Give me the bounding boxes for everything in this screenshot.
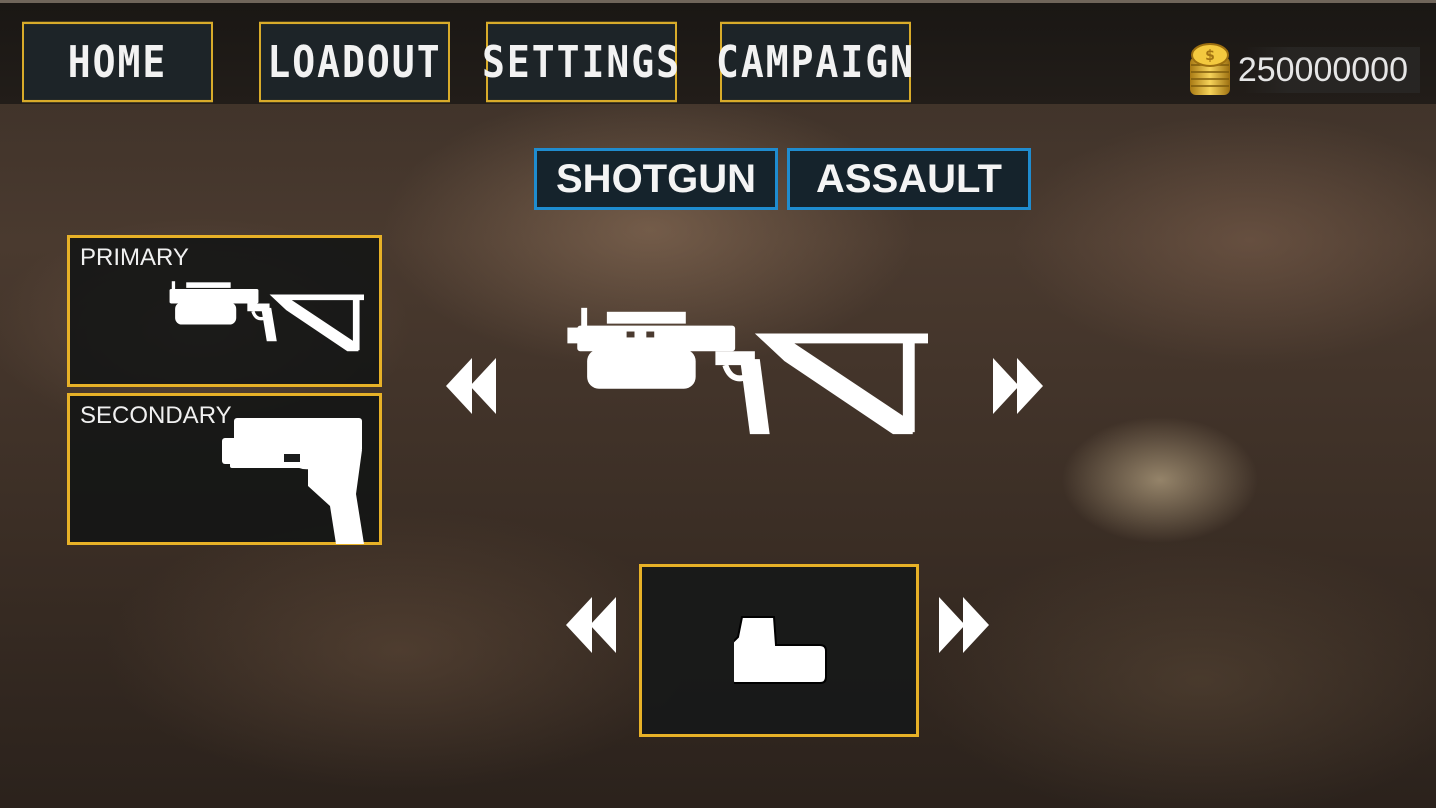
svg-text:$: $ <box>1205 48 1215 64</box>
primary-weapon-slot[interactable]: PRIMARY <box>67 235 382 387</box>
previous-weapon-arrow-icon[interactable] <box>446 358 496 414</box>
home-button[interactable]: HOME <box>22 21 213 103</box>
next-weapon-arrow-icon[interactable] <box>993 358 1043 414</box>
currency-display: $ 250000000 <box>1188 41 1420 99</box>
holographic-sight-icon <box>734 616 827 684</box>
submachine-gun-icon <box>169 281 364 352</box>
settings-button[interactable]: SETTINGS <box>482 21 679 103</box>
tab-shotgun[interactable]: SHOTGUN <box>534 148 778 210</box>
loadout-button[interactable]: LOADOUT <box>259 21 450 103</box>
attachment-slot[interactable] <box>639 564 919 737</box>
submachine-gun-icon <box>567 307 928 435</box>
coin-balance: 250000000 <box>1238 47 1420 93</box>
gold-coins-icon: $ <box>1190 43 1230 95</box>
secondary-weapon-slot[interactable]: SECONDARY <box>67 393 382 545</box>
pistol-icon <box>222 418 364 544</box>
tab-assault[interactable]: ASSAULT <box>787 148 1031 210</box>
next-attachment-arrow-icon[interactable] <box>939 597 989 653</box>
previous-attachment-arrow-icon[interactable] <box>566 597 616 653</box>
secondary-slot-label: SECONDARY <box>80 402 232 429</box>
top-nav-bar: HOME LOADOUT SETTINGS CAMPAIGN $ 2500000… <box>0 0 1436 104</box>
campaign-button[interactable]: CAMPAIGN <box>716 21 913 103</box>
